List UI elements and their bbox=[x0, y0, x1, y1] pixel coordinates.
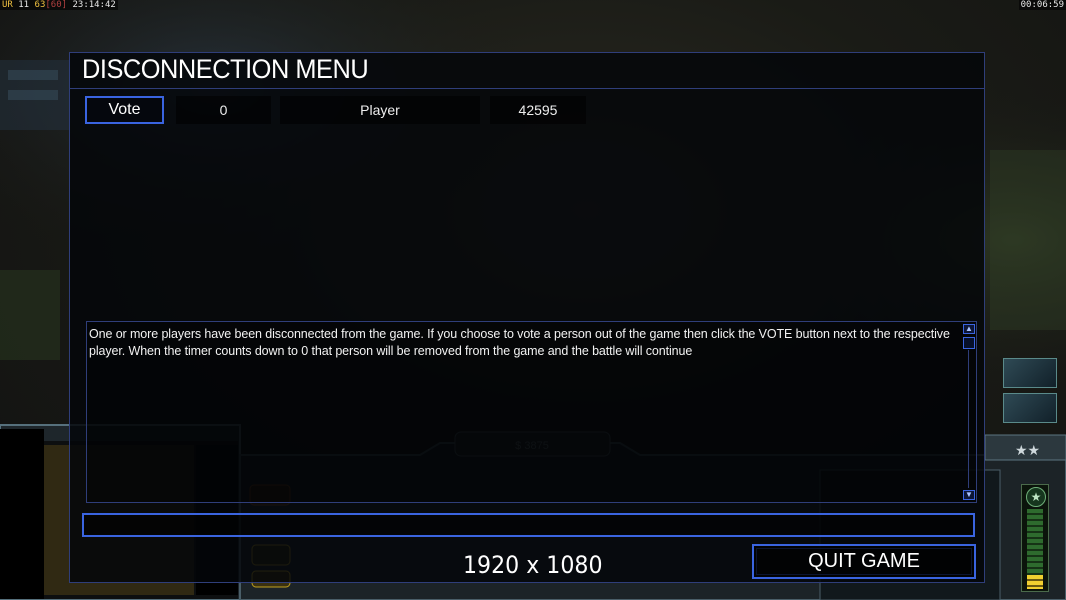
fps-cap: [60] bbox=[45, 0, 68, 10]
power-level-fill bbox=[1027, 574, 1043, 589]
player-name: Player bbox=[280, 96, 480, 124]
quit-game-button[interactable]: QUIT GAME bbox=[752, 544, 976, 579]
svg-text:★★: ★★ bbox=[1015, 443, 1040, 459]
disconnection-dialog: DISCONNECTION MENU Vote 0 Player 42595 O… bbox=[69, 52, 985, 583]
side-build-button-2[interactable] bbox=[1003, 393, 1057, 423]
star-icon: ★ bbox=[1026, 487, 1046, 507]
scroll-thumb[interactable] bbox=[963, 337, 975, 349]
clock: 23:14:42 bbox=[72, 0, 116, 10]
resolution-label: 1920 x 1080 bbox=[463, 551, 603, 579]
message-scrollbar[interactable]: ▲ ▼ bbox=[963, 324, 975, 500]
message-log: One or more players have been disconnect… bbox=[86, 321, 977, 503]
dialog-title: DISCONNECTION MENU bbox=[82, 54, 369, 84]
message-text: One or more players have been disconnect… bbox=[89, 327, 950, 358]
performance-readout: UR 11 63[60] 23:14:42 bbox=[0, 0, 118, 10]
player-row: Vote 0 Player 42595 bbox=[70, 96, 984, 125]
scroll-track bbox=[968, 350, 969, 488]
player-ping: 42595 bbox=[490, 96, 586, 124]
vote-button[interactable]: Vote bbox=[85, 96, 164, 124]
game-timer: 00:06:59 bbox=[1018, 0, 1066, 10]
fps-value: 63 bbox=[34, 0, 46, 10]
power-cells bbox=[1027, 509, 1043, 589]
triangle-down-icon[interactable]: ▼ bbox=[963, 490, 975, 500]
chat-input[interactable] bbox=[82, 513, 975, 537]
ur-label: UR bbox=[2, 0, 13, 10]
power-meter: ★ bbox=[1021, 484, 1049, 592]
title-divider bbox=[70, 88, 984, 89]
vote-count: 0 bbox=[176, 96, 271, 124]
triangle-up-icon[interactable]: ▲ bbox=[963, 324, 975, 334]
ur-value: 11 bbox=[18, 0, 30, 10]
side-build-button-1[interactable] bbox=[1003, 358, 1057, 388]
